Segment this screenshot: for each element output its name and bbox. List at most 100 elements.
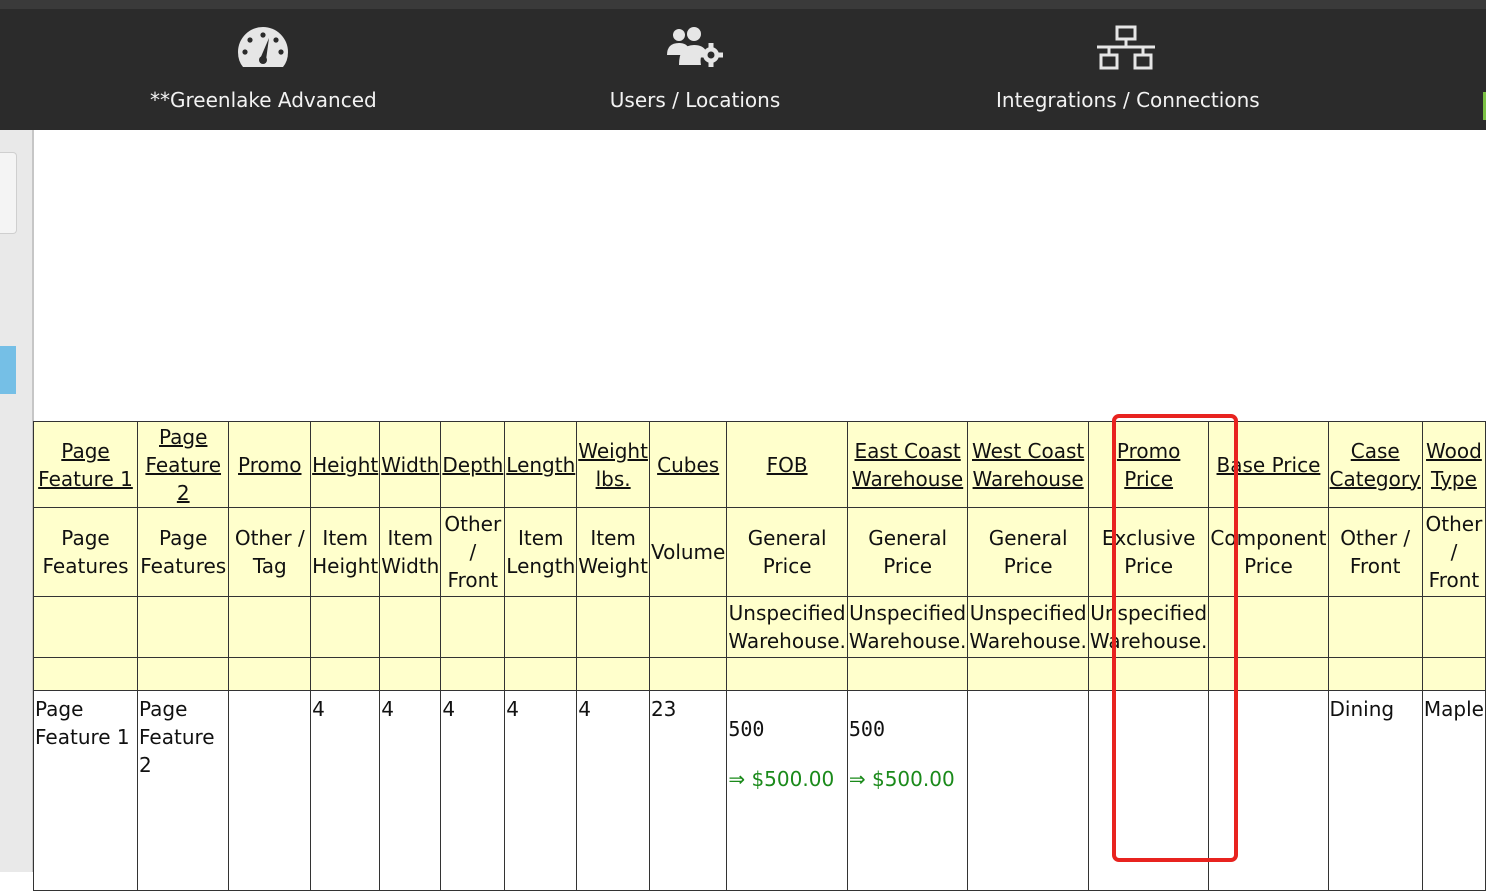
warehouse-cell	[576, 596, 650, 658]
column-header-link[interactable]: Weight lbs.	[578, 439, 648, 491]
warehouse-cell	[228, 596, 312, 658]
east-coast-value: 500	[848, 717, 885, 741]
column-header-link[interactable]: Width	[381, 453, 439, 477]
column-header-link[interactable]: East Coast Warehouse	[852, 439, 963, 491]
column-header-link[interactable]: Height	[312, 453, 378, 477]
column-header-link[interactable]: Base Price	[1217, 453, 1321, 477]
nav-label: Integrations / Connections	[996, 88, 1260, 112]
sidebar-toggle-button[interactable]	[0, 152, 17, 234]
spacer-cell	[846, 657, 969, 691]
spacer-cell	[648, 657, 728, 691]
warehouse-cell	[1327, 596, 1423, 658]
warehouse-cell: Unspecified Warehouse.	[726, 596, 848, 658]
nav-greenlake-advanced[interactable]: **Greenlake Advanced	[150, 9, 377, 130]
category-cell: Item Height	[310, 507, 381, 597]
column-header[interactable]: West Coast Warehouse	[967, 421, 1089, 508]
column-header[interactable]: Weight lbs.	[576, 421, 650, 508]
category-cell: Item Length	[504, 507, 578, 597]
column-header-link[interactable]: Depth	[442, 453, 503, 477]
category-cell: Page Features	[32, 507, 139, 597]
spacer-cell	[967, 657, 1089, 691]
nav-integrations-connections[interactable]: Integrations / Connections	[996, 9, 1260, 130]
category-cell: Other / Front	[440, 507, 506, 597]
cell-page-feature-2[interactable]: Page Feature 2	[137, 690, 230, 891]
spacer-cell	[1327, 657, 1423, 691]
spacer-cell	[379, 657, 442, 691]
column-header-link[interactable]: Page Feature 1	[38, 439, 133, 491]
category-cell: General Price	[846, 507, 969, 597]
warehouse-cell	[1421, 596, 1486, 658]
spacer-cell	[504, 657, 578, 691]
top-nav-bar: **Greenlake Advanced Users / Locations I…	[0, 0, 1486, 130]
column-header[interactable]: Cubes	[648, 421, 728, 508]
header-row-field-names: Page Feature 1 Page Feature 2 Promo Heig…	[32, 421, 1486, 508]
spacer-cell	[310, 657, 381, 691]
cell-height[interactable]: 4	[310, 690, 381, 891]
category-cell: Exclusive Price	[1087, 507, 1210, 597]
column-header[interactable]: Depth	[440, 421, 506, 508]
cell-weight[interactable]: 4	[576, 690, 650, 891]
cell-promo[interactable]	[228, 690, 312, 891]
spacer-cell	[440, 657, 506, 691]
column-header-link[interactable]: Page Feature 2	[145, 425, 221, 505]
cell-case-category[interactable]: Dining	[1327, 690, 1423, 891]
cell-width[interactable]: 4	[379, 690, 442, 891]
category-cell: Page Features	[137, 507, 230, 597]
warehouse-cell	[648, 596, 728, 658]
network-icon	[1097, 25, 1155, 75]
spacer-cell	[137, 657, 230, 691]
column-header[interactable]: Wood Type	[1421, 421, 1486, 508]
spacer-cell	[1208, 657, 1329, 691]
column-header[interactable]: Width	[379, 421, 442, 508]
column-header[interactable]: Height	[310, 421, 381, 508]
cell-cubes[interactable]: 23	[648, 690, 728, 891]
cell-fob[interactable]: 500 ⇒ $500.00	[726, 690, 848, 891]
cell-promo-price[interactable]	[1087, 690, 1210, 891]
spacer-cell	[32, 657, 139, 691]
spacer-cell	[1421, 657, 1486, 691]
warehouse-cell: Unspecified Warehouse.	[846, 596, 969, 658]
column-header-link[interactable]: Length	[506, 453, 575, 477]
spacer-cell	[1087, 657, 1210, 691]
cell-page-feature-1[interactable]: Page Feature 1	[32, 690, 139, 891]
warehouse-cell	[1208, 596, 1329, 658]
cell-depth[interactable]: 4	[440, 690, 506, 891]
column-header[interactable]: Case Category	[1327, 421, 1423, 508]
column-header-promo-price[interactable]: Promo Price	[1087, 421, 1210, 508]
column-header[interactable]: East Coast Warehouse	[846, 421, 969, 508]
spacer-cell	[726, 657, 848, 691]
column-header-link[interactable]: Promo	[238, 453, 301, 477]
spacer-cell	[228, 657, 312, 691]
column-header-link[interactable]: Cubes	[657, 453, 719, 477]
category-cell: General Price	[726, 507, 848, 597]
warehouse-cell	[32, 596, 139, 658]
warehouse-cell	[137, 596, 230, 658]
column-header-link[interactable]: Case Category	[1330, 439, 1421, 491]
column-header[interactable]: Promo	[228, 421, 312, 508]
sidebar-active-tab[interactable]	[0, 346, 16, 394]
cell-west-coast-warehouse[interactable]	[967, 690, 1089, 891]
column-header[interactable]: Page Feature 1	[32, 421, 139, 508]
warehouse-cell	[440, 596, 506, 658]
column-header[interactable]: Length	[504, 421, 578, 508]
category-cell: Other / Front	[1421, 507, 1486, 597]
nav-users-locations[interactable]: Users / Locations	[582, 9, 808, 130]
sidebar	[0, 130, 34, 872]
category-cell: Volume	[648, 507, 728, 597]
column-header[interactable]: Page Feature 2	[137, 421, 230, 508]
cell-east-coast-warehouse[interactable]: 500 ⇒ $500.00	[846, 690, 969, 891]
column-header[interactable]: Base Price	[1208, 421, 1329, 508]
column-header[interactable]: FOB	[726, 421, 848, 508]
column-header-link[interactable]: FOB	[767, 453, 808, 477]
cell-wood-type[interactable]: Maple	[1421, 690, 1486, 891]
east-coast-converted-price: ⇒ $500.00	[848, 767, 955, 791]
column-header-link[interactable]: Promo Price	[1117, 439, 1180, 491]
category-cell: Component Price	[1208, 507, 1329, 597]
spacer-cell	[576, 657, 650, 691]
category-cell: Item Width	[379, 507, 442, 597]
nav-label: Users / Locations	[609, 88, 781, 112]
column-header-link[interactable]: Wood Type	[1426, 439, 1482, 491]
cell-length[interactable]: 4	[504, 690, 578, 891]
cell-base-price[interactable]	[1208, 690, 1329, 891]
column-header-link[interactable]: West Coast Warehouse	[972, 439, 1084, 491]
